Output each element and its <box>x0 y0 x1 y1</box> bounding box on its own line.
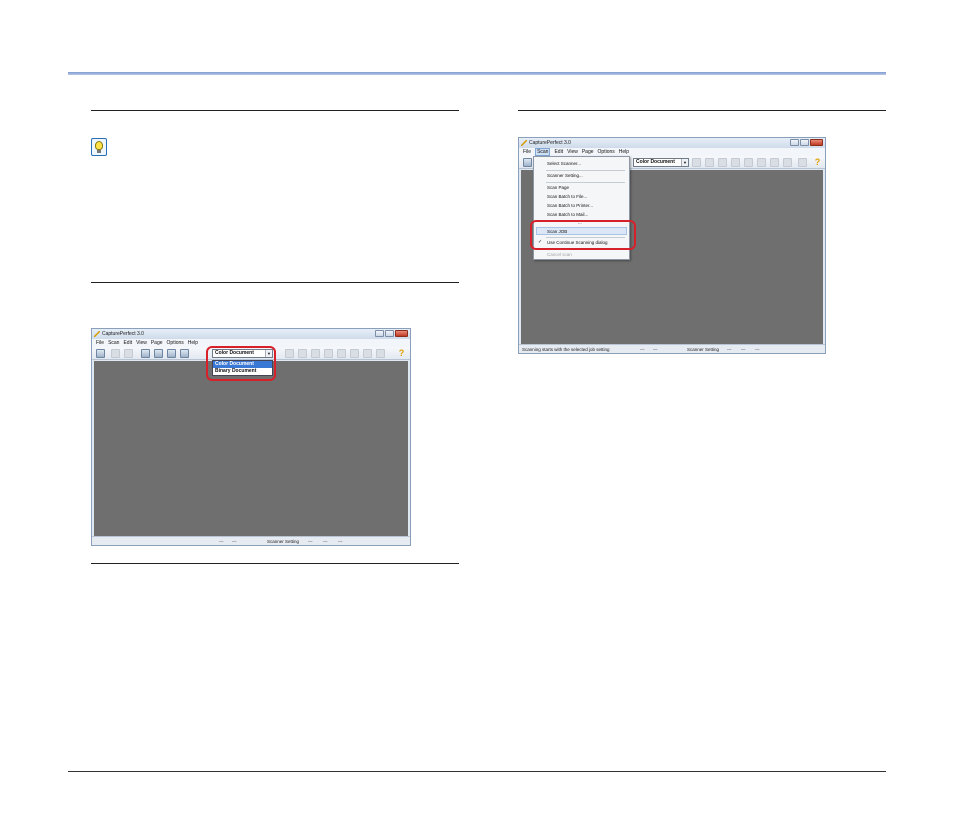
status-field: --- <box>232 539 237 544</box>
title-bar: CapturePerfect 3.0 <box>92 329 410 339</box>
status-scanner-setting: Scanner Setting <box>267 539 300 544</box>
zoom-tool[interactable] <box>324 349 333 358</box>
document-mode-select[interactable]: Color Document ▼ <box>633 158 689 167</box>
status-field: --- <box>308 539 313 544</box>
document-mode-value: Color Document <box>636 159 675 165</box>
status-field: --- <box>338 539 343 544</box>
zoom-tool[interactable] <box>718 158 727 167</box>
menu-item-scan-batch-mail[interactable]: Scan Batch to Mail... <box>547 212 588 217</box>
page-tool[interactable] <box>350 349 359 358</box>
status-scanner-setting: Scanner Setting <box>687 347 720 352</box>
section-rule-right-1 <box>518 110 886 111</box>
highlight-callout <box>206 346 276 381</box>
help-icon[interactable]: ? <box>397 349 406 358</box>
header-rule <box>68 72 886 75</box>
menu-separator <box>546 170 625 171</box>
menu-scan[interactable]: Scan <box>535 148 551 156</box>
menu-edit[interactable]: Edit <box>554 149 563 155</box>
menu-file[interactable]: File <box>96 340 104 346</box>
menu-view[interactable]: View <box>136 340 147 346</box>
hint-icon <box>91 138 107 156</box>
page-tool[interactable] <box>337 349 346 358</box>
section-rule-left-3 <box>91 563 459 564</box>
menu-file[interactable]: File <box>523 149 531 155</box>
scan-batch-file-tool[interactable] <box>154 349 163 358</box>
page-tool[interactable] <box>376 349 385 358</box>
toolbar-button[interactable] <box>124 349 133 358</box>
close-button[interactable] <box>810 139 823 146</box>
page-tool[interactable] <box>798 158 807 167</box>
toolbar-button[interactable] <box>692 158 701 167</box>
toolbar-button[interactable] <box>111 349 120 358</box>
section-rule-left-1 <box>91 110 459 111</box>
menu-separator <box>546 182 625 183</box>
highlight-callout <box>530 220 636 250</box>
page-tool[interactable] <box>770 158 779 167</box>
status-field: --- <box>219 539 224 544</box>
minimize-button[interactable] <box>375 330 384 337</box>
maximize-button[interactable] <box>385 330 394 337</box>
status-field: --- <box>640 347 645 352</box>
toolbar-button[interactable] <box>705 158 714 167</box>
menu-page[interactable]: Page <box>151 340 163 346</box>
zoom-tool[interactable] <box>731 158 740 167</box>
menu-scan[interactable]: Scan <box>108 340 119 346</box>
status-field: --- <box>755 347 760 352</box>
close-button[interactable] <box>395 330 408 337</box>
page-tool[interactable] <box>363 349 372 358</box>
image-canvas[interactable] <box>94 361 408 536</box>
zoom-tool[interactable] <box>311 349 320 358</box>
menu-item-select-scanner[interactable]: Select Scanner... <box>547 161 581 166</box>
help-icon[interactable]: ? <box>813 158 822 167</box>
window-title: CapturePerfect 3.0 <box>102 331 144 337</box>
status-field: --- <box>741 347 746 352</box>
menu-options[interactable]: Options <box>598 149 615 155</box>
scan-page-tool[interactable] <box>141 349 150 358</box>
zoom-tool[interactable] <box>744 158 753 167</box>
select-scanner-tool[interactable] <box>96 349 105 358</box>
menu-options[interactable]: Options <box>167 340 184 346</box>
maximize-button[interactable] <box>800 139 809 146</box>
chevron-down-icon[interactable]: ▼ <box>681 159 688 166</box>
menu-item-scan-page[interactable]: Scan Page <box>547 185 569 190</box>
toolbar-button[interactable] <box>285 349 294 358</box>
menu-item-scanner-setting[interactable]: Scanner Setting... <box>547 173 583 178</box>
app-icon <box>521 140 527 146</box>
menu-view[interactable]: View <box>567 149 578 155</box>
page-tool[interactable] <box>783 158 792 167</box>
menu-item-scan-batch-printer[interactable]: Scan Batch to Printer... <box>547 203 593 208</box>
select-scanner-tool[interactable] <box>523 158 532 167</box>
footer-rule <box>68 771 886 772</box>
status-bar: Scanning starts with the selected job se… <box>519 344 825 353</box>
zoom-tool[interactable] <box>298 349 307 358</box>
section-rule-left-2 <box>91 282 459 283</box>
menu-bar: File Scan Edit View Page Options Help <box>519 148 825 156</box>
status-bar: --- --- Scanner Setting --- --- --- <box>92 536 410 545</box>
status-message: Scanning starts with the selected job se… <box>522 347 610 352</box>
app-icon <box>94 331 100 337</box>
menu-help[interactable]: Help <box>188 340 198 346</box>
menu-help[interactable]: Help <box>619 149 629 155</box>
minimize-button[interactable] <box>790 139 799 146</box>
menu-edit[interactable]: Edit <box>123 340 132 346</box>
menu-page[interactable]: Page <box>582 149 594 155</box>
scan-batch-printer-tool[interactable] <box>167 349 176 358</box>
scan-batch-mail-tool[interactable] <box>180 349 189 358</box>
title-bar: CapturePerfect 3.0 <box>519 138 825 148</box>
menu-item-cancel-scan: Cancel scan <box>547 252 572 257</box>
status-field: --- <box>727 347 732 352</box>
window-title: CapturePerfect 3.0 <box>529 140 571 146</box>
status-field: --- <box>323 539 328 544</box>
page-tool[interactable] <box>757 158 766 167</box>
status-field: --- <box>653 347 658 352</box>
menu-item-scan-batch-file[interactable]: Scan Batch to File... <box>547 194 587 199</box>
